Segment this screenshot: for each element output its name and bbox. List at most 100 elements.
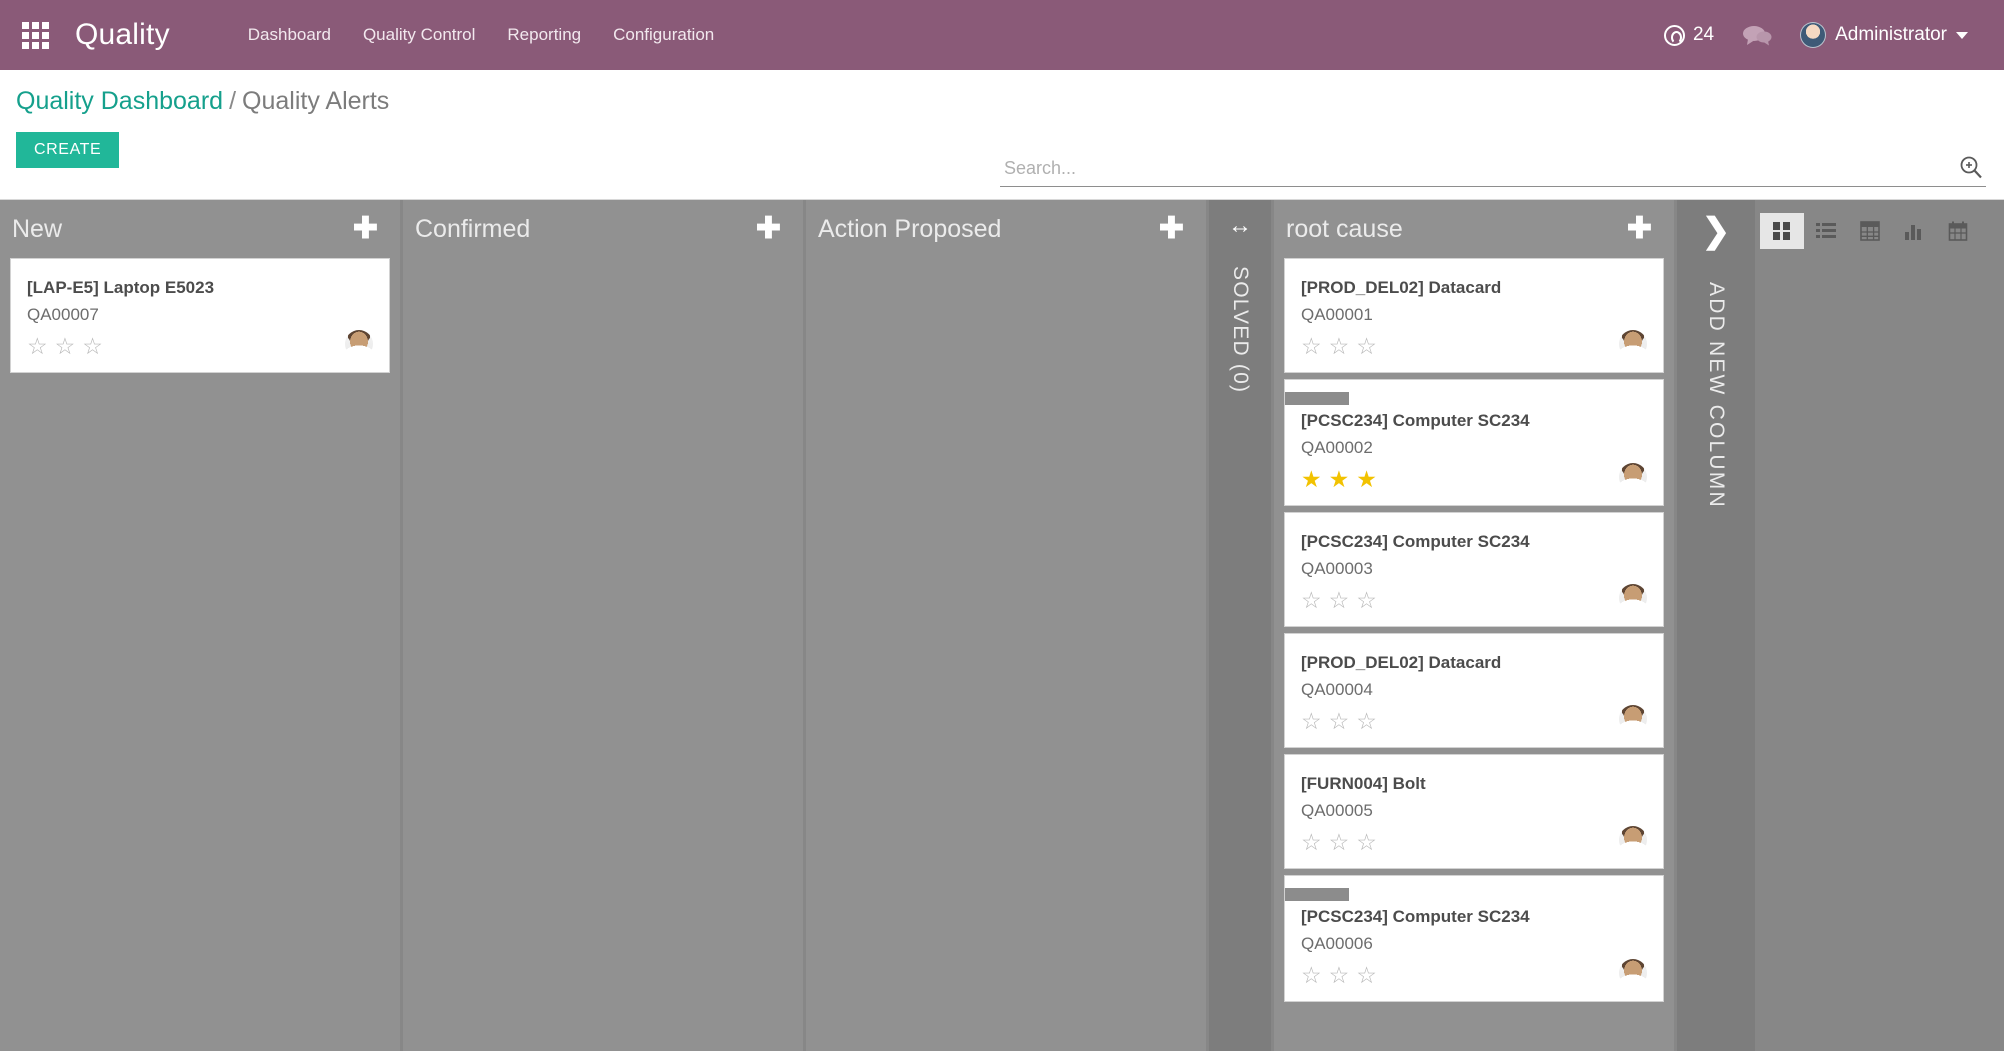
star-empty-icon[interactable]: ☆ — [1329, 964, 1350, 987]
card-title: [PCSC234] Computer SC234 — [1301, 532, 1530, 551]
star-empty-icon[interactable]: ☆ — [1356, 335, 1377, 358]
star-empty-icon[interactable]: ☆ — [1329, 335, 1350, 358]
kanban-column: Confirmed ✚ — [403, 200, 803, 1051]
kanban-column-header: root cause ✚ — [1274, 200, 1674, 258]
avatar — [1619, 584, 1647, 612]
chevron-right-icon: ❯ — [1701, 212, 1731, 250]
card-footer: ☆ ☆ ☆ — [27, 330, 373, 358]
card-footer: ☆ ☆ ☆ — [1301, 826, 1647, 854]
create-button[interactable]: CREATE — [16, 132, 120, 168]
at-mention-icon — [1663, 24, 1685, 46]
kanban-card[interactable]: [PROD_DEL02] Datacard QA00004 ☆ ☆ ☆ — [1284, 633, 1664, 748]
star-empty-icon[interactable]: ☆ — [55, 335, 76, 358]
star-empty-icon[interactable]: ☆ — [27, 335, 48, 358]
star-filled-icon[interactable]: ★ — [1356, 468, 1377, 491]
star-filled-icon[interactable]: ★ — [1301, 468, 1322, 491]
card-footer: ☆ ☆ ☆ — [1301, 330, 1647, 358]
card-reference: QA00005 — [1301, 801, 1373, 820]
user-menu-button[interactable]: Administrator — [1786, 0, 1982, 70]
avatar — [1619, 463, 1647, 491]
control-panel: Quality Dashboard / Quality Alerts CREATE — [0, 70, 2004, 249]
pivot-view-icon[interactable] — [1848, 213, 1892, 249]
card-title: [PCSC234] Computer SC234 — [1301, 907, 1530, 926]
avatar — [1619, 826, 1647, 854]
add-new-column-label: ADD NEW COLUMN — [1705, 282, 1728, 509]
star-empty-icon[interactable]: ☆ — [82, 335, 103, 358]
kanban-card[interactable]: [FURN004] Bolt QA00005 ☆ ☆ ☆ — [1284, 754, 1664, 869]
star-empty-icon[interactable]: ☆ — [1356, 831, 1377, 854]
app-brand-quality[interactable]: Quality — [75, 18, 170, 52]
breadcrumb-quality-alerts: Quality Alerts — [242, 87, 390, 115]
kanban-card[interactable]: [PCSC234] Computer SC234 QA00006 ☆ ☆ ☆ — [1284, 875, 1664, 1002]
breadcrumb: Quality Dashboard / Quality Alerts — [16, 84, 1988, 118]
kanban-view-icon[interactable] — [1760, 213, 1804, 249]
priority-stars: ☆ ☆ ☆ — [1301, 964, 1619, 987]
card-title: [FURN004] Bolt — [1301, 774, 1426, 793]
kanban-card[interactable]: [PCSC234] Computer SC234 QA00003 ☆ ☆ ☆ — [1284, 512, 1664, 627]
card-footer: ☆ ☆ ☆ — [1301, 959, 1647, 987]
kanban-column-folded[interactable]: ↔ SOLVED (0) — [1209, 200, 1271, 1051]
card-color-ribbon — [1285, 392, 1349, 405]
main-menu: Dashboard Quality Control Reporting Conf… — [232, 0, 730, 70]
kanban-column-header: Action Proposed ✚ — [806, 200, 1206, 258]
kanban-column: New ✚ [LAP-E5] Laptop E5023 QA00007 ☆ ☆ ☆ — [0, 200, 400, 1051]
star-empty-icon[interactable]: ☆ — [1329, 831, 1350, 854]
star-empty-icon[interactable]: ☆ — [1356, 964, 1377, 987]
plus-icon[interactable]: ✚ — [349, 214, 382, 244]
kanban-column-title: Confirmed — [415, 214, 531, 243]
star-empty-icon[interactable]: ☆ — [1301, 831, 1322, 854]
card-reference: QA00002 — [1301, 438, 1373, 457]
card-reference: QA00007 — [27, 305, 99, 324]
search-input[interactable] — [1000, 156, 1952, 183]
card-reference: QA00003 — [1301, 559, 1373, 578]
kanban-column-header: Confirmed ✚ — [403, 200, 803, 258]
plus-icon[interactable]: ✚ — [1623, 214, 1656, 244]
avatar — [1800, 22, 1827, 48]
avatar — [1619, 330, 1647, 358]
mentions-button[interactable]: 24 — [1650, 0, 1728, 70]
star-empty-icon[interactable]: ☆ — [1301, 710, 1322, 733]
add-new-column-button[interactable]: ❯ ADD NEW COLUMN — [1677, 200, 1755, 1051]
list-view-icon[interactable] — [1804, 213, 1848, 249]
kanban-card[interactable]: [LAP-E5] Laptop E5023 QA00007 ☆ ☆ ☆ — [10, 258, 390, 373]
card-reference: QA00006 — [1301, 934, 1373, 953]
kanban-card[interactable]: [PROD_DEL02] Datacard QA00001 ☆ ☆ ☆ — [1284, 258, 1664, 373]
plus-icon[interactable]: ✚ — [1155, 214, 1188, 244]
star-empty-icon[interactable]: ☆ — [1301, 335, 1322, 358]
kanban-card[interactable]: [PCSC234] Computer SC234 QA00002 ★ ★ ★ — [1284, 379, 1664, 506]
menu-item-dashboard[interactable]: Dashboard — [232, 0, 347, 70]
star-empty-icon[interactable]: ☆ — [1301, 589, 1322, 612]
kanban-column-title: Action Proposed — [818, 214, 1002, 243]
card-title: [PROD_DEL02] Datacard — [1301, 653, 1502, 672]
star-empty-icon[interactable]: ☆ — [1356, 589, 1377, 612]
priority-stars: ☆ ☆ ☆ — [1301, 831, 1619, 854]
search-magnifier-icon[interactable] — [1952, 154, 1986, 183]
menu-item-quality-control[interactable]: Quality Control — [347, 0, 491, 70]
star-empty-icon[interactable]: ☆ — [1329, 710, 1350, 733]
avatar — [345, 330, 373, 358]
navbar-right-tools: 24 Administrator — [1650, 0, 1982, 70]
messages-button[interactable] — [1728, 0, 1786, 70]
kanban-column-body — [403, 258, 803, 1051]
star-filled-icon[interactable]: ★ — [1329, 468, 1350, 491]
priority-stars: ☆ ☆ ☆ — [27, 335, 345, 358]
graph-view-icon[interactable] — [1892, 213, 1936, 249]
card-reference: QA00001 — [1301, 305, 1373, 324]
card-title: [PCSC234] Computer SC234 — [1301, 411, 1530, 430]
kanban-empty-space — [1755, 200, 2004, 1051]
card-title: [PROD_DEL02] Datacard — [1301, 278, 1502, 297]
view-switcher — [1760, 213, 1980, 249]
apps-grid-icon[interactable] — [22, 21, 49, 49]
search-bar — [1000, 154, 1986, 187]
star-empty-icon[interactable]: ☆ — [1356, 710, 1377, 733]
calendar-view-icon[interactable] — [1936, 213, 1980, 249]
kanban-column-body: [LAP-E5] Laptop E5023 QA00007 ☆ ☆ ☆ — [0, 258, 400, 1051]
arrows-horizontal-icon: ↔ — [1228, 212, 1252, 239]
menu-item-reporting[interactable]: Reporting — [491, 0, 597, 70]
star-empty-icon[interactable]: ☆ — [1329, 589, 1350, 612]
breadcrumb-quality-dashboard[interactable]: Quality Dashboard — [16, 87, 223, 115]
menu-item-configuration[interactable]: Configuration — [597, 0, 730, 70]
kanban-column-header: New ✚ — [0, 200, 400, 258]
plus-icon[interactable]: ✚ — [752, 214, 785, 244]
star-empty-icon[interactable]: ☆ — [1301, 964, 1322, 987]
